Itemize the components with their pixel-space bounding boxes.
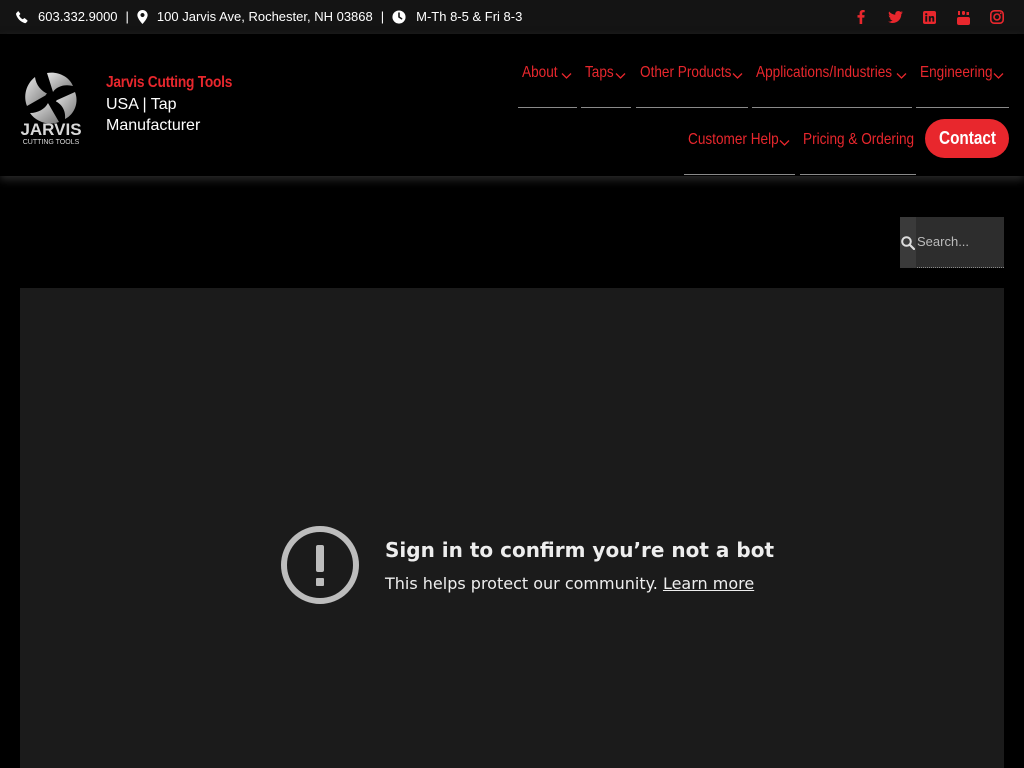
nav-item-taps[interactable]: Taps: [581, 38, 631, 108]
linkedin-icon[interactable]: [920, 8, 938, 26]
search-box: [900, 217, 1004, 268]
map-marker-icon: [137, 9, 148, 24]
address: 100 Jarvis Ave, Rochester, NH 03868: [156, 9, 373, 24]
nav-item-applications-industries[interactable]: Applications/Industries: [752, 38, 912, 108]
site-title[interactable]: Jarvis Cutting Tools: [106, 74, 235, 92]
brand-block: Jarvis Cutting Tools USA | Tap Manufactu…: [106, 74, 256, 136]
notice-text: Sign in to confirm you’re not a bot This…: [385, 538, 774, 593]
chevron-down-icon: [615, 73, 626, 79]
svg-text:CUTTING TOOLS: CUTTING TOOLS: [23, 139, 80, 146]
chevron-down-icon: [896, 73, 907, 79]
chevron-down-icon: [993, 73, 1004, 79]
twitter-icon[interactable]: [886, 8, 904, 26]
notice-subtitle: This helps protect our community. Learn …: [385, 573, 755, 593]
alert-icon: [281, 526, 359, 604]
learn-more-link[interactable]: Learn more: [663, 574, 754, 593]
search-input[interactable]: [917, 231, 1001, 251]
company-logo[interactable]: JARVIS CUTTING TOOLS: [14, 70, 88, 146]
contact-info: 603.332.9000 | 100 Jarvis Ave, Rochester…: [15, 9, 522, 24]
site-header: JARVIS CUTTING TOOLS Jarvis Cutting Tool…: [0, 34, 1024, 176]
business-hours: M-Th 8-5 & Fri 8-3: [416, 9, 523, 24]
chevron-down-icon: [561, 73, 572, 79]
chevron-down-icon: [779, 140, 790, 146]
site-tagline: USA | Tap Manufacturer: [106, 96, 201, 134]
contact-button[interactable]: Contact: [925, 119, 1009, 158]
chevron-down-icon: [732, 73, 743, 79]
social-links: [836, 8, 1006, 26]
facebook-icon[interactable]: [852, 8, 870, 26]
instagram-icon[interactable]: [988, 8, 1006, 26]
separator: |: [380, 9, 385, 24]
nav-item-other-products[interactable]: Other Products: [636, 38, 748, 108]
nav-item-pricing-ordering[interactable]: Pricing & Ordering: [800, 105, 916, 175]
separator: |: [125, 9, 129, 24]
nav-item-engineering[interactable]: Engineering: [916, 38, 1009, 108]
bot-check-notice: Sign in to confirm you’re not a bot This…: [280, 525, 774, 605]
top-info-bar: 603.332.9000 | 100 Jarvis Ave, Rochester…: [0, 0, 1024, 34]
phone-icon: [15, 10, 29, 24]
nav-item-customer-help[interactable]: Customer Help: [684, 105, 795, 175]
embedded-video[interactable]: Sign in to confirm you’re not a bot This…: [20, 288, 1004, 768]
nav-item-about[interactable]: About: [518, 38, 577, 108]
clock-icon: [392, 9, 406, 24]
phone-number[interactable]: 603.332.9000: [38, 9, 118, 24]
notice-title: Sign in to confirm you’re not a bot: [385, 537, 775, 562]
youtube-icon[interactable]: [954, 8, 972, 26]
search-icon[interactable]: [900, 217, 916, 268]
svg-text:JARVIS: JARVIS: [20, 120, 81, 139]
